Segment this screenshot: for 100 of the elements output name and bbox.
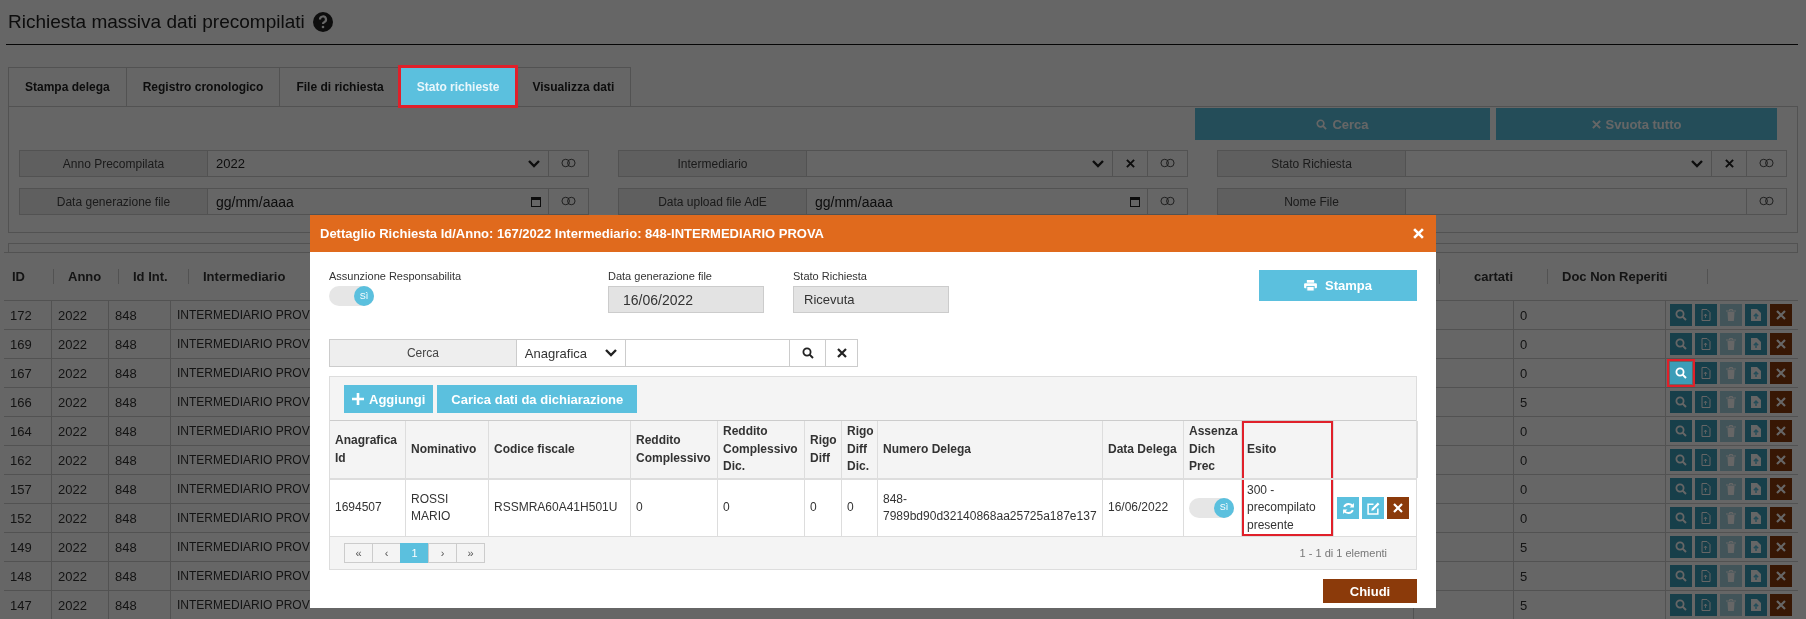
upload-button[interactable] (1745, 507, 1767, 529)
clear-button[interactable] (826, 339, 858, 367)
table-cell: 848 (115, 597, 137, 613)
remove-button[interactable] (1387, 497, 1409, 519)
document-icon (1701, 454, 1711, 466)
close-button[interactable] (1413, 228, 1424, 239)
document-button[interactable] (1695, 594, 1717, 616)
upload-button[interactable] (1745, 565, 1767, 587)
date-field[interactable]: gg/mm/aaaa (807, 188, 1148, 215)
tab[interactable]: Stato richieste (399, 67, 517, 106)
select-field[interactable] (807, 150, 1113, 177)
document-icon (1701, 541, 1711, 553)
upload-button[interactable] (1745, 594, 1767, 616)
file-upload-icon (1751, 396, 1761, 408)
search-icon (1675, 425, 1687, 437)
table-cell: INTERMEDIARIO PROV (177, 540, 310, 554)
refresh-button[interactable] (1337, 497, 1359, 519)
field-label: Data generazione file (608, 270, 713, 282)
toggle-button[interactable] (1747, 188, 1787, 215)
load-button[interactable]: Carica dati da dichiarazione (437, 385, 638, 413)
date-field[interactable]: gg/mm/aaaa (208, 188, 549, 215)
refresh-icon (1341, 501, 1355, 515)
upload-button[interactable] (1745, 478, 1767, 500)
search-icon (801, 347, 814, 359)
chevron-down-icon (528, 159, 540, 168)
page-button[interactable]: › (428, 543, 457, 563)
document-button[interactable] (1695, 478, 1717, 500)
pager-summary: 1 - 1 di 1 elementi (1299, 547, 1387, 559)
document-button[interactable] (1695, 304, 1717, 326)
document-button[interactable] (1695, 449, 1717, 471)
table-cell: 848 (115, 539, 137, 555)
search-button[interactable] (790, 339, 827, 367)
document-button[interactable] (1695, 333, 1717, 355)
view-button[interactable] (1670, 333, 1692, 355)
toggle-switch[interactable]: Sì (329, 286, 374, 306)
add-button[interactable]: Aggiungi (344, 385, 434, 413)
upload-button[interactable] (1745, 391, 1767, 413)
file-upload-icon (1751, 367, 1761, 379)
search-field[interactable] (626, 339, 791, 367)
search-icon (1675, 367, 1687, 379)
help-icon[interactable] (312, 12, 333, 32)
table-cell: 848 (115, 307, 137, 323)
file-upload-icon (1751, 425, 1761, 437)
view-button[interactable] (1670, 449, 1692, 471)
circles-icon (1759, 158, 1774, 168)
table-cell: 172 (10, 307, 32, 323)
column-header: Reddito Complessivo Dic. (723, 423, 799, 476)
search-label: Cerca (329, 339, 517, 367)
toggle-button[interactable] (1148, 150, 1188, 177)
table-cell: 0 (1520, 510, 1528, 526)
view-button[interactable] (1670, 362, 1692, 384)
table-cell: 0 (1520, 481, 1528, 497)
view-button[interactable] (1670, 391, 1692, 413)
text-field[interactable] (1406, 188, 1747, 215)
page-button[interactable]: » (456, 543, 485, 563)
toggle-button[interactable] (1747, 150, 1787, 177)
view-button[interactable] (1670, 507, 1692, 529)
document-button[interactable] (1695, 420, 1717, 442)
table-cell: INTERMEDIARIO PROV (177, 337, 310, 351)
upload-button[interactable] (1745, 304, 1767, 326)
print-button[interactable]: Stampa (1259, 270, 1417, 301)
view-button[interactable] (1670, 594, 1692, 616)
document-button[interactable] (1695, 536, 1717, 558)
toggle-button[interactable] (1148, 188, 1188, 215)
select-field[interactable] (1406, 150, 1712, 177)
tab[interactable]: Stampa delega (8, 67, 127, 106)
document-icon (1701, 512, 1711, 524)
document-button[interactable] (1695, 391, 1717, 413)
document-icon (1701, 396, 1711, 408)
view-button[interactable] (1670, 420, 1692, 442)
toggle-switch[interactable]: Sì (1189, 498, 1234, 518)
page-button[interactable]: ‹ (372, 543, 401, 563)
document-button[interactable] (1695, 565, 1717, 587)
column-header: Numero Delega (883, 440, 972, 458)
table-cell: INTERMEDIARIO PROV (177, 482, 310, 496)
view-button[interactable] (1670, 478, 1692, 500)
toggle-button[interactable] (549, 150, 589, 177)
upload-button[interactable] (1745, 536, 1767, 558)
view-button[interactable] (1670, 536, 1692, 558)
toggle-button[interactable] (549, 188, 589, 215)
page-button[interactable]: 1 (400, 543, 429, 563)
close-dialog-button[interactable]: Chiudi (1323, 579, 1417, 603)
document-button[interactable] (1695, 362, 1717, 384)
select-field[interactable]: Anagrafica (516, 339, 627, 367)
view-button[interactable] (1670, 565, 1692, 587)
table-cell: 166 (10, 394, 32, 410)
tab[interactable]: Visualizza dati (515, 67, 632, 106)
file-upload-icon (1751, 541, 1761, 553)
table-cell: INTERMEDIARIO PROV (177, 424, 310, 438)
upload-button[interactable] (1745, 333, 1767, 355)
select-field[interactable]: 2022 (208, 150, 549, 177)
document-button[interactable] (1695, 507, 1717, 529)
close-icon (1591, 119, 1601, 129)
upload-button[interactable] (1745, 362, 1767, 384)
page-button[interactable]: « (344, 543, 373, 563)
upload-button[interactable] (1745, 449, 1767, 471)
view-button[interactable] (1670, 304, 1692, 326)
circles-icon (1759, 196, 1774, 206)
upload-button[interactable] (1745, 420, 1767, 442)
table-cell: 0 (847, 499, 854, 517)
